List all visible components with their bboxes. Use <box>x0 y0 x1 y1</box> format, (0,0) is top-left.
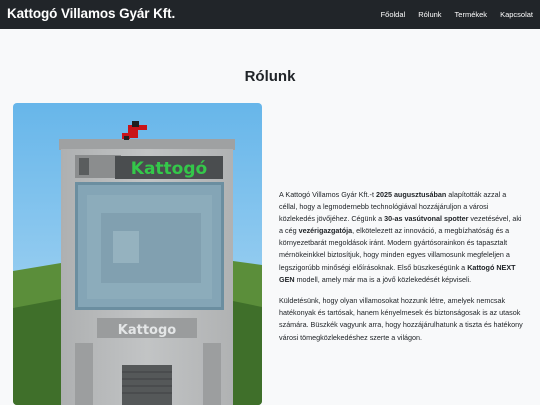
tram-render-image: Kattogó Kattogo <box>13 103 262 405</box>
brand-logo-text[interactable]: Kattogó Villamos Gyár Kft. <box>7 6 175 21</box>
page-title: Rólunk <box>244 68 296 85</box>
about-text: A Kattogó Villamos Gyár Kft.-t 2025 augu… <box>279 189 524 353</box>
about-paragraph-2: Küldetésünk, hogy olyan villamosokat hoz… <box>279 296 523 342</box>
nav-links: Főoldal Rólunk Termékek Kapcsolat <box>368 0 533 29</box>
navbar: Kattogó Villamos Gyár Kft. Főoldal Rólun… <box>0 0 540 29</box>
nav-link-home[interactable]: Főoldal <box>381 10 406 19</box>
about-paragraph-1: A Kattogó Villamos Gyár Kft.-t 2025 augu… <box>279 190 522 284</box>
side-sign-text: Kattogo <box>118 323 177 338</box>
nav-link-products[interactable]: Termékek <box>455 10 488 19</box>
nav-link-contact[interactable]: Kapcsolat <box>500 10 533 19</box>
top-sign-text: Kattogó <box>131 159 207 179</box>
nav-link-about[interactable]: Rólunk <box>418 10 441 19</box>
